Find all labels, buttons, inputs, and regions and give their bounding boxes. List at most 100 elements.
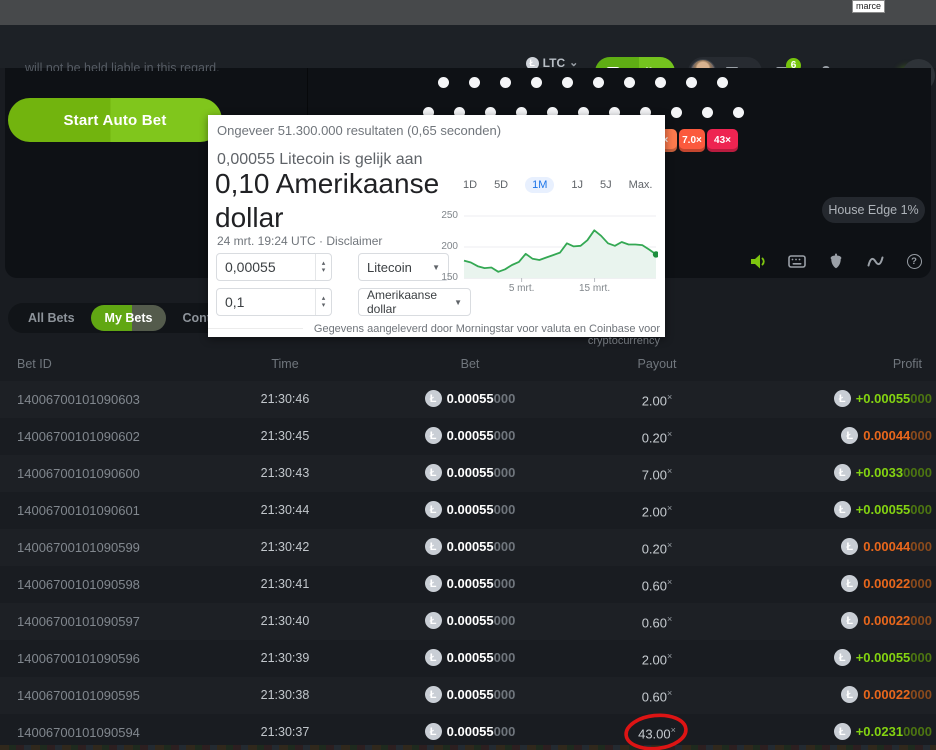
bet-payout: 0.60× <box>607 577 707 593</box>
window-tooltip: marce <box>852 0 885 13</box>
litecoin-coin-icon: Ł <box>834 723 851 740</box>
bet-id: 14006700101090596 <box>17 651 140 666</box>
bet-time: 21:30:40 <box>235 614 335 628</box>
table-row[interactable]: 14006700101090597 21:30:40 Ł 0.00055000 … <box>0 603 936 640</box>
bets-table: Bet ID Time Bet Payout Profit 1400670010… <box>0 345 936 750</box>
bet-time: 21:30:43 <box>235 466 335 480</box>
stepper-down-icon: ▾ <box>322 302 326 309</box>
litecoin-coin-icon: Ł <box>834 501 851 518</box>
chart-range-tab[interactable]: 5J <box>600 179 612 191</box>
bet-time: 21:30:41 <box>235 577 335 591</box>
chart-range-tab[interactable]: Max. <box>629 179 653 191</box>
stepper-up-icon: ▴ <box>322 260 326 267</box>
table-row[interactable]: 14006700101090599 21:30:42 Ł 0.00055000 … <box>0 529 936 566</box>
tab-my-bets[interactable]: My Bets <box>91 305 167 331</box>
table-row[interactable]: 14006700101090603 21:30:46 Ł 0.00055000 … <box>0 381 936 418</box>
header-bet: Bet <box>400 357 540 371</box>
bet-profit: Ł 0.00022000 <box>841 575 932 592</box>
game-footer-icons: ? <box>749 252 923 270</box>
bet-id: 14006700101090599 <box>17 540 140 555</box>
bet-payout: 0.20× <box>607 540 707 556</box>
volume-icon <box>750 254 767 269</box>
plinko-peg <box>593 77 604 88</box>
table-row[interactable]: 14006700101090600 21:30:43 Ł 0.00055000 … <box>0 455 936 492</box>
bet-amount: Ł 0.00055000 <box>400 649 540 666</box>
bet-payout: 2.00× <box>607 651 707 667</box>
chart-x-tick: 5 mrt. <box>494 283 550 294</box>
table-row[interactable]: 14006700101090596 21:30:39 Ł 0.00055000 … <box>0 640 936 677</box>
select-arrow-icon: ▼ <box>432 263 440 272</box>
table-row[interactable]: 14006700101090595 21:30:38 Ł 0.00055000 … <box>0 677 936 714</box>
table-row[interactable]: 14006700101090602 21:30:45 Ł 0.00055000 … <box>0 418 936 455</box>
bet-profit: Ł 0.00044000 <box>841 427 932 444</box>
bet-profit: Ł +0.00330000 <box>834 464 932 481</box>
chart-range-tab[interactable]: 1M <box>525 177 554 193</box>
multiplier-chip[interactable]: 43× <box>707 129 738 152</box>
conversion-result: 0,10 Amerikaanse dollar <box>215 167 465 235</box>
stepper-from[interactable]: ▴ ▾ <box>315 254 331 280</box>
plinko-peg <box>500 77 511 88</box>
tab-all-bets[interactable]: All Bets <box>14 305 89 331</box>
bet-payout: 0.20× <box>607 429 707 445</box>
litecoin-coin-icon: Ł <box>425 390 442 407</box>
bet-payout: 0.60× <box>607 688 707 704</box>
help-button[interactable]: ? <box>905 252 923 270</box>
data-provider-line: Gegevens aangeleverd door Morningstar vo… <box>260 323 660 347</box>
chart-y-tick: 150 <box>432 272 458 283</box>
plinko-peg <box>733 107 744 118</box>
header-time: Time <box>235 357 335 371</box>
plinko-peg <box>624 77 635 88</box>
litecoin-coin-icon: Ł <box>425 464 442 481</box>
bet-time: 21:30:42 <box>235 540 335 554</box>
bet-profit: Ł 0.00022000 <box>841 686 932 703</box>
bet-id: 14006700101090595 <box>17 688 140 703</box>
disclaimer-link[interactable]: Disclaimer <box>326 234 382 248</box>
chart-y-tick: 250 <box>432 210 458 221</box>
plinko-peg <box>531 77 542 88</box>
plinko-peg <box>717 77 728 88</box>
hotkeys-button[interactable] <box>788 252 806 270</box>
chart-x-tick: 15 mrt. <box>567 283 623 294</box>
chart-range-tab[interactable]: 1D <box>463 179 477 191</box>
bet-payout: 43.00× <box>607 725 707 741</box>
chevron-down-icon: ⌄ <box>569 59 578 67</box>
bet-id: 14006700101090594 <box>17 725 140 740</box>
conversion-meta: 24 mrt. 19:24 UTC · Disclaimer <box>217 234 382 248</box>
litecoin-coin-icon: Ł <box>425 427 442 444</box>
header-bet-id: Bet ID <box>17 357 52 371</box>
bet-payout: 2.00× <box>607 392 707 408</box>
sound-button[interactable] <box>749 252 767 270</box>
bet-amount: Ł 0.00055000 <box>400 723 540 740</box>
bet-id: 14006700101090600 <box>17 466 140 481</box>
bet-id: 14006700101090597 <box>17 614 140 629</box>
plinko-peg <box>686 77 697 88</box>
fairness-seed-icon <box>829 253 843 269</box>
table-row[interactable]: 14006700101090601 21:30:44 Ł 0.00055000 … <box>0 492 936 529</box>
fairness-button[interactable] <box>827 252 845 270</box>
currency-to-select[interactable]: Amerikaanse dollar ▼ <box>358 288 471 316</box>
litecoin-coin-icon: Ł <box>425 649 442 666</box>
table-row[interactable]: 14006700101090598 21:30:41 Ł 0.00055000 … <box>0 566 936 603</box>
litecoin-coin-icon: Ł <box>425 501 442 518</box>
keyboard-icon <box>788 255 806 268</box>
bet-amount: Ł 0.00055000 <box>400 575 540 592</box>
plinko-peg <box>438 77 449 88</box>
stepper-to[interactable]: ▴ ▾ <box>315 289 331 315</box>
litecoin-coin-icon: Ł <box>834 649 851 666</box>
start-auto-bet-button[interactable]: Start Auto Bet <box>8 98 222 142</box>
bet-profit: Ł 0.00044000 <box>841 538 932 555</box>
litecoin-coin-icon: Ł <box>425 686 442 703</box>
header-payout: Payout <box>607 357 707 371</box>
litecoin-coin-icon: Ł <box>425 723 442 740</box>
chart-range-tab[interactable]: 5D <box>494 179 508 191</box>
bet-payout: 0.60× <box>607 614 707 630</box>
bet-id: 14006700101090603 <box>17 392 140 407</box>
chart-range-tab[interactable]: 1J <box>571 179 583 191</box>
bet-time: 21:30:39 <box>235 651 335 665</box>
litecoin-coin-icon: Ł <box>841 686 858 703</box>
multiplier-chip[interactable]: 7.0× <box>679 129 705 152</box>
currency-from-value: Litecoin <box>367 260 412 275</box>
live-stats-button[interactable] <box>866 252 884 270</box>
plinko-peg <box>562 77 573 88</box>
plinko-peg <box>469 77 480 88</box>
